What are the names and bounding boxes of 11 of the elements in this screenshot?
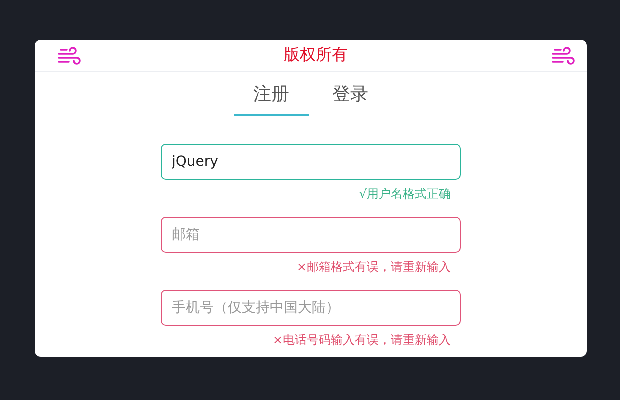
input-field[interactable]: 手机号（仅支持中国大陆） [161,290,461,326]
tab[interactable]: 登录 [313,72,388,116]
header-title: 版权所有 [284,45,348,66]
wind-icon [551,46,575,66]
validation-message: ×电话号码输入有误，请重新输入 [272,332,451,348]
wind-icon [57,46,81,66]
validation-message: ×邮箱格式有误，请重新输入 [296,259,451,275]
input-field[interactable]: jQuery [161,144,461,180]
input-field[interactable]: 邮箱 [161,217,461,253]
tab[interactable]: 注册 [234,72,309,116]
validation-message: √用户名格式正确 [359,186,451,202]
